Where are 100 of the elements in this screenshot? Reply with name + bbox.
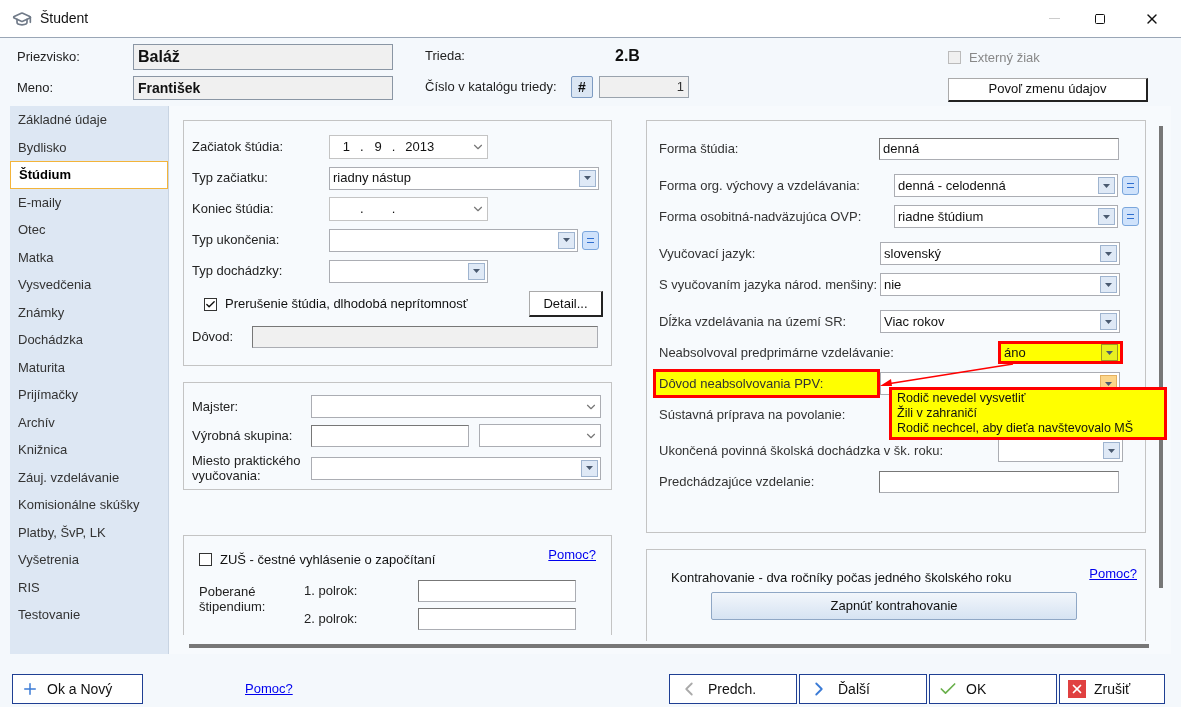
- dropdown-button[interactable]: [1103, 442, 1120, 459]
- caret-icon: [563, 238, 570, 242]
- dropdown-button[interactable]: [1101, 344, 1118, 361]
- dropdown-field[interactable]: áno: [998, 341, 1123, 364]
- sidebar-item[interactable]: Knižnica: [10, 436, 168, 464]
- footer-button[interactable]: Ďalší: [799, 674, 927, 704]
- field-label: Začiatok štúdia:: [192, 138, 285, 157]
- dropdown-field[interactable]: Viac rokov: [880, 310, 1120, 333]
- checkbox[interactable]: [204, 297, 217, 311]
- sidebar-item[interactable]: Maturita: [10, 353, 168, 381]
- number-button[interactable]: #: [571, 76, 593, 98]
- dropdown-field[interactable]: [311, 456, 601, 480]
- dropdown-field[interactable]: riadny nástup: [329, 166, 599, 190]
- caret-icon: [584, 176, 591, 180]
- field-label: Poberané štipendium:: [199, 583, 267, 616]
- sidebar-item[interactable]: Vysvedčenia: [10, 271, 168, 299]
- dropdown-option[interactable]: Rodič nevedel vysvetliť: [897, 391, 1164, 406]
- sidebar-item[interactable]: Známky: [10, 298, 168, 326]
- footer-button[interactable]: Ok a Nový: [12, 674, 143, 704]
- date-field[interactable]: . .: [329, 197, 488, 221]
- dropdown-field[interactable]: [329, 228, 578, 252]
- plus-icon: [21, 680, 39, 698]
- maximize-icon: [1094, 12, 1106, 25]
- dropdown-option[interactable]: Rodič nechcel, aby dieťa navštevovalo MŠ: [897, 421, 1164, 436]
- sidebar-item[interactable]: Bydlisko: [10, 133, 168, 161]
- field-label: Majster:: [192, 397, 240, 416]
- text-field[interactable]: denná: [879, 137, 1119, 160]
- sidebar-item[interactable]: Základné údaje: [10, 106, 168, 134]
- footer-button[interactable]: Predch.: [669, 674, 797, 704]
- text-field[interactable]: [252, 326, 598, 348]
- footer-button[interactable]: OK: [929, 674, 1057, 704]
- help-link[interactable]: Pomoc?: [245, 679, 293, 699]
- field-label: Dĺžka vzdelávania na území SR:: [659, 312, 848, 331]
- field-label: Dôvod neabsolvovania PPV:: [653, 368, 880, 399]
- sidebar-item[interactable]: Archív: [10, 408, 168, 436]
- sidebar-item[interactable]: Štúdium: [10, 161, 168, 189]
- help-link[interactable]: Pomoc?: [548, 545, 596, 565]
- dropdown-field[interactable]: [311, 395, 601, 418]
- dropdown-button[interactable]: [1100, 245, 1117, 262]
- equals-button[interactable]: [1122, 207, 1139, 226]
- text-field[interactable]: [311, 424, 469, 447]
- caret-icon: [1105, 282, 1112, 287]
- sidebar-item[interactable]: Vyšetrenia: [10, 546, 168, 574]
- sidebar-item[interactable]: Matka: [10, 243, 168, 271]
- dropdown-field[interactable]: slovenský: [880, 242, 1120, 265]
- dropdown-field[interactable]: [479, 424, 601, 447]
- dropdown-field[interactable]: riadne štúdium: [894, 205, 1118, 228]
- window-title: Študent: [40, 9, 89, 28]
- sidebar-item[interactable]: RIS: [10, 573, 168, 601]
- dropdown-button[interactable]: [1100, 313, 1117, 330]
- class-value: 2.B: [615, 46, 640, 66]
- field-label: S vyučovaním jazyka národ. menšiny:: [659, 275, 879, 294]
- name-field[interactable]: František: [133, 76, 393, 100]
- dropdown-button[interactable]: [581, 459, 598, 477]
- sidebar-item[interactable]: Záuj. vzdelávanie: [10, 463, 168, 491]
- dropdown-button[interactable]: [1098, 208, 1115, 225]
- dropdown-field[interactable]: [329, 259, 488, 283]
- sidebar-item[interactable]: Dochádzka: [10, 326, 168, 354]
- dropdown-button[interactable]: [1100, 276, 1117, 293]
- check-icon: [205, 298, 216, 310]
- checkbox[interactable]: [199, 553, 212, 567]
- dropdown-button[interactable]: [468, 262, 485, 280]
- dropdown-button[interactable]: [1098, 177, 1115, 194]
- detail-button[interactable]: Detail...: [529, 291, 603, 317]
- date-field[interactable]: 1 . 9 . 2013: [329, 135, 488, 159]
- sidebar-item[interactable]: Testovanie: [10, 601, 168, 629]
- text-field[interactable]: [418, 607, 576, 630]
- sidebar-item[interactable]: Komisionálne skúšky: [10, 491, 168, 519]
- dropdown-option[interactable]: Žili v zahraničí: [897, 406, 1164, 421]
- footer-button[interactable]: Zrušiť: [1059, 674, 1165, 704]
- close-icon: [1068, 680, 1086, 698]
- dropdown-field[interactable]: nie: [880, 273, 1120, 296]
- contra-button[interactable]: Zapnúť kontrahovanie: [711, 591, 1077, 620]
- dropdown-button[interactable]: [558, 231, 575, 249]
- caret-icon: [1103, 214, 1110, 219]
- field-label: 2. polrok:: [304, 609, 359, 628]
- sidebar-item[interactable]: Platby, ŠvP, LK: [10, 518, 168, 546]
- surname-field[interactable]: Baláž: [133, 44, 393, 70]
- field-label: Forma org. výchovy a vzdelávania:: [659, 176, 861, 195]
- sidebar-item[interactable]: Prijímačky: [10, 381, 168, 409]
- text-field[interactable]: [879, 470, 1119, 493]
- caret-icon: [1105, 319, 1112, 324]
- field-label: Koniec štúdia:: [192, 200, 275, 219]
- dropdown-field[interactable]: [998, 439, 1123, 462]
- catalog-number-field[interactable]: 1: [599, 76, 689, 98]
- field-label: Typ dochádzky:: [192, 262, 284, 281]
- field-label: Číslo v katalógu triedy:: [425, 78, 558, 97]
- sidebar-item[interactable]: Otec: [10, 216, 168, 244]
- caret-icon: [586, 466, 593, 470]
- equals-button[interactable]: [582, 230, 599, 250]
- equals-button[interactable]: [1122, 176, 1139, 195]
- field-label: Typ začiatku:: [192, 169, 269, 188]
- help-link[interactable]: Pomoc?: [1089, 564, 1137, 584]
- permit-button[interactable]: Povoľ zmenu údajov: [948, 77, 1148, 102]
- text-field[interactable]: [418, 579, 576, 602]
- sidebar-item[interactable]: E-maily: [10, 188, 168, 216]
- dropdown-field[interactable]: denná - celodenná: [894, 174, 1118, 197]
- checkbox-label: Externý žiak: [969, 49, 1040, 67]
- checkbox-label: ZUŠ - čestné vyhlásenie o započítaní: [220, 551, 436, 569]
- dropdown-button[interactable]: [579, 169, 596, 187]
